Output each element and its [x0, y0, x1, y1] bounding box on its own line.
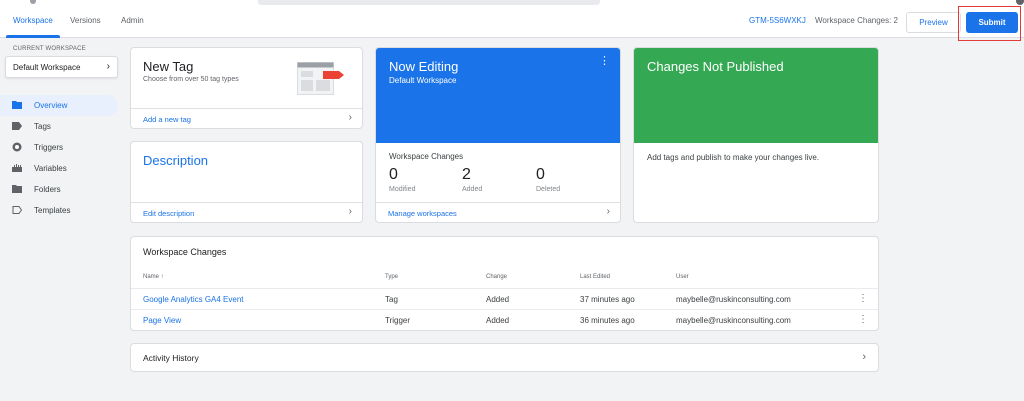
chevron-right-icon: ›	[606, 206, 610, 217]
browser-profile-icon[interactable]	[1016, 0, 1024, 5]
submit-button[interactable]: Submit	[966, 12, 1018, 33]
folder-icon	[12, 101, 22, 109]
column-header-name[interactable]: Name ↑	[143, 274, 164, 280]
column-header-user: User	[676, 274, 689, 280]
sidebar-item-overview[interactable]: Overview	[0, 95, 118, 116]
tag-illustration-icon	[297, 62, 344, 95]
sidebar-item-label: Tags	[34, 122, 51, 131]
template-icon	[12, 206, 22, 214]
row-name-link[interactable]: Page View	[143, 316, 181, 325]
sidebar-item-tags[interactable]: Tags	[0, 116, 118, 137]
chevron-right-icon: ›	[348, 206, 352, 217]
sidebar-item-label: Templates	[34, 206, 71, 215]
now-editing-footer[interactable]: Manage workspaces ›	[376, 202, 620, 222]
changes-not-published-title: Changes Not Published	[647, 59, 784, 74]
description-title: Description	[143, 153, 209, 168]
row-name-link[interactable]: Google Analytics GA4 Event	[143, 295, 244, 304]
browser-address-bar[interactable]	[258, 0, 600, 5]
new-tag-card[interactable]: New Tag Choose from over 50 tag types Ad…	[130, 47, 363, 129]
changes-not-published-body: Add tags and publish to make your change…	[647, 153, 820, 162]
workspace-changes-count: Workspace Changes: 2	[815, 16, 899, 25]
workspace-selector[interactable]: Default Workspace ›	[5, 56, 118, 78]
trigger-icon	[12, 142, 22, 152]
sidebar-item-label: Variables	[34, 164, 67, 173]
new-tag-footer[interactable]: Add a new tag ›	[131, 108, 362, 128]
row-last-edited: 37 minutes ago	[580, 295, 635, 304]
added-label: Added	[462, 186, 483, 193]
modified-count: 0	[389, 166, 398, 183]
tab-workspace[interactable]: Workspace	[13, 16, 53, 25]
chevron-right-icon: ›	[348, 112, 352, 123]
preview-button[interactable]: Preview	[906, 12, 961, 33]
activity-history-card[interactable]: Activity History ›	[130, 343, 879, 372]
activity-history-label: Activity History	[143, 353, 199, 363]
tab-admin[interactable]: Admin	[121, 16, 144, 25]
folder-icon	[12, 185, 22, 193]
workspace-changes-heading: Workspace Changes	[389, 152, 464, 161]
row-user: maybelle@ruskinconsulting.com	[676, 295, 791, 304]
edit-description-link[interactable]: Edit description	[143, 209, 194, 218]
variables-icon	[12, 164, 22, 172]
column-header-type: Type	[385, 274, 399, 280]
row-type: Trigger	[385, 316, 411, 325]
current-workspace-label: CURRENT WORKSPACE	[13, 46, 86, 52]
description-footer[interactable]: Edit description ›	[131, 202, 362, 222]
row-type: Tag	[385, 295, 398, 304]
container-id-link[interactable]: GTM-5S6WXKJ	[749, 16, 806, 25]
row-last-edited: 36 minutes ago	[580, 316, 635, 325]
changes-not-published-header: Changes Not Published	[634, 48, 878, 143]
row-user: maybelle@ruskinconsulting.com	[676, 316, 791, 325]
table-title: Workspace Changes	[143, 247, 227, 257]
chevron-right-icon: ›	[106, 61, 110, 72]
sidebar-item-templates[interactable]: Templates	[0, 200, 118, 221]
tag-icon	[12, 122, 22, 130]
active-tab-indicator	[6, 35, 60, 38]
description-card[interactable]: Description Edit description ›	[130, 141, 363, 223]
column-header-change: Change	[486, 274, 508, 280]
changes-not-published-card: Changes Not Published Add tags and publi…	[633, 47, 879, 223]
sidebar-item-label: Overview	[34, 101, 68, 110]
sidebar-item-variables[interactable]: Variables	[0, 158, 118, 179]
more-vert-icon[interactable]: ⋮	[858, 314, 868, 325]
row-change: Added	[486, 295, 510, 304]
deleted-count: 0	[536, 166, 545, 183]
sidebar-item-folders[interactable]: Folders	[0, 179, 118, 200]
now-editing-title: Now Editing	[389, 59, 459, 74]
now-editing-workspace: Default Workspace	[389, 76, 457, 85]
browser-back-icon[interactable]	[30, 0, 36, 4]
add-new-tag-link[interactable]: Add a new tag	[143, 115, 191, 124]
table-row[interactable]: Google Analytics GA4 Event Tag Added 37 …	[131, 288, 878, 309]
workspace-changes-table: Workspace Changes Name ↑ Type Change Las…	[130, 236, 879, 331]
new-tag-subtitle: Choose from over 50 tag types	[143, 76, 239, 83]
now-editing-header: Now Editing Default Workspace ⋮	[376, 48, 620, 143]
sidebar-item-triggers[interactable]: Triggers	[0, 137, 118, 158]
manage-workspaces-link[interactable]: Manage workspaces	[388, 209, 457, 218]
tab-versions[interactable]: Versions	[70, 16, 101, 25]
now-editing-card: Now Editing Default Workspace ⋮ Workspac…	[375, 47, 621, 223]
added-count: 2	[462, 166, 471, 183]
sidebar-item-label: Folders	[34, 185, 61, 194]
row-change: Added	[486, 316, 510, 325]
chevron-right-icon: ›	[862, 351, 866, 363]
more-vert-icon[interactable]: ⋮	[599, 56, 610, 67]
table-row[interactable]: Page View Trigger Added 36 minutes ago m…	[131, 309, 878, 330]
top-bar: Workspace Versions Admin GTM-5S6WXKJ Wor…	[0, 6, 1024, 41]
deleted-label: Deleted	[536, 186, 561, 193]
more-vert-icon[interactable]: ⋮	[858, 293, 868, 304]
modified-label: Modified	[389, 186, 416, 193]
workspace-selector-label: Default Workspace	[13, 63, 81, 72]
new-tag-title: New Tag	[143, 59, 194, 74]
sidebar-item-label: Triggers	[34, 143, 64, 152]
column-header-last-edited: Last Edited	[580, 274, 611, 280]
